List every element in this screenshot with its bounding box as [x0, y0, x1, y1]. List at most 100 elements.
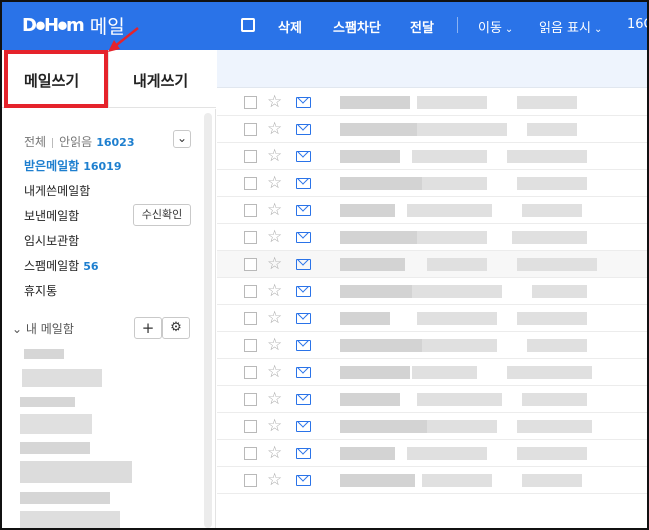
envelope-icon[interactable]	[296, 178, 311, 189]
read-receipt-button[interactable]: 수신확인	[133, 204, 191, 226]
folder-trash[interactable]: 휴지통	[24, 282, 57, 299]
folder-sent[interactable]: 보낸메일함	[24, 207, 79, 224]
subject-redacted	[417, 231, 487, 244]
read-mark-dropdown[interactable]: 읽음 표시 ⌄	[539, 17, 602, 36]
envelope-icon[interactable]	[296, 340, 311, 351]
custom-folder-item[interactable]	[20, 492, 110, 504]
envelope-icon[interactable]	[296, 205, 311, 216]
message-row[interactable]: ☆	[217, 359, 647, 386]
envelope-icon[interactable]	[296, 124, 311, 135]
chevron-down-icon: ⌄	[593, 24, 603, 35]
message-row[interactable]: ☆	[217, 305, 647, 332]
message-row[interactable]: ☆	[217, 467, 647, 494]
star-icon[interactable]: ☆	[267, 227, 282, 247]
custom-folder-item[interactable]	[20, 511, 120, 528]
date-redacted	[512, 231, 587, 244]
message-row[interactable]: ☆	[217, 440, 647, 467]
sender-redacted	[340, 339, 425, 352]
star-icon[interactable]: ☆	[267, 362, 282, 382]
date-redacted	[517, 258, 597, 271]
star-icon[interactable]: ☆	[267, 335, 282, 355]
row-checkbox[interactable]	[244, 231, 257, 244]
envelope-icon[interactable]	[296, 367, 311, 378]
unread-count: 16023	[96, 136, 135, 149]
custom-folder-item[interactable]	[24, 349, 64, 359]
custom-folder-item[interactable]	[22, 369, 102, 387]
envelope-icon[interactable]	[296, 232, 311, 243]
envelope-icon[interactable]	[296, 286, 311, 297]
star-icon[interactable]: ☆	[267, 416, 282, 436]
row-checkbox[interactable]	[244, 204, 257, 217]
custom-folder-item[interactable]	[20, 461, 132, 483]
summary-toggle-button[interactable]: ⌄	[173, 130, 191, 148]
row-checkbox[interactable]	[244, 177, 257, 190]
message-row[interactable]: ☆	[217, 170, 647, 197]
envelope-icon[interactable]	[296, 421, 311, 432]
star-icon[interactable]: ☆	[267, 173, 282, 193]
custom-folder-item[interactable]	[20, 414, 92, 434]
message-row[interactable]: ☆	[217, 332, 647, 359]
envelope-icon[interactable]	[296, 313, 311, 324]
row-checkbox[interactable]	[244, 366, 257, 379]
star-icon[interactable]: ☆	[267, 443, 282, 463]
delete-button[interactable]: 삭제	[278, 17, 302, 36]
spam-block-button[interactable]: 스팸차단	[333, 17, 381, 36]
star-icon[interactable]: ☆	[267, 308, 282, 328]
select-all-checkbox[interactable]	[241, 18, 255, 32]
unread-label[interactable]: 안읽음	[59, 135, 92, 149]
envelope-icon[interactable]	[296, 475, 311, 486]
mailbox-settings-button[interactable]: ⚙	[162, 317, 190, 339]
star-icon[interactable]: ☆	[267, 470, 282, 490]
message-row[interactable]: ☆	[217, 89, 647, 116]
envelope-icon[interactable]	[296, 151, 311, 162]
envelope-icon[interactable]	[296, 394, 311, 405]
envelope-icon[interactable]	[296, 259, 311, 270]
self-compose-button[interactable]: 내게쓰기	[133, 70, 188, 91]
row-checkbox[interactable]	[244, 285, 257, 298]
message-row[interactable]: ☆	[217, 197, 647, 224]
message-row[interactable]: ☆	[217, 116, 647, 143]
all-label[interactable]: 전체	[24, 135, 46, 149]
row-checkbox[interactable]	[244, 123, 257, 136]
row-checkbox[interactable]	[244, 96, 257, 109]
row-checkbox[interactable]	[244, 150, 257, 163]
row-checkbox[interactable]	[244, 312, 257, 325]
forward-button[interactable]: 전달	[410, 17, 434, 36]
star-icon[interactable]: ☆	[267, 389, 282, 409]
message-row[interactable]: ☆	[217, 413, 647, 440]
sidebar-scrollbar[interactable]	[204, 113, 212, 528]
message-row[interactable]: ☆	[217, 278, 647, 305]
custom-folder-item[interactable]	[20, 397, 75, 407]
mail-summary: 전체 안읽음 16023	[24, 133, 135, 150]
row-checkbox[interactable]	[244, 474, 257, 487]
star-icon[interactable]: ☆	[267, 200, 282, 220]
row-checkbox[interactable]	[244, 393, 257, 406]
message-row[interactable]: ☆	[217, 224, 647, 251]
custom-folder-item[interactable]	[20, 442, 90, 454]
message-row[interactable]: ☆	[217, 143, 647, 170]
message-row[interactable]: ☆	[217, 386, 647, 413]
row-checkbox[interactable]	[244, 447, 257, 460]
star-icon[interactable]: ☆	[267, 254, 282, 274]
row-checkbox[interactable]	[244, 339, 257, 352]
star-icon[interactable]: ☆	[267, 119, 282, 139]
folder-spam[interactable]: 스팸메일함 56	[24, 257, 99, 274]
add-mailbox-button[interactable]: +	[134, 317, 162, 339]
row-checkbox[interactable]	[244, 420, 257, 433]
chevron-down-icon: ⌄	[504, 24, 514, 35]
message-list: ☆ ☆ ☆ ☆ ☆ ☆ ☆ ☆ ☆ ☆ ☆ ☆ ☆ ☆ ☆	[217, 88, 647, 528]
folder-inbox[interactable]: 받은메일함 16019	[24, 157, 121, 174]
envelope-icon[interactable]	[296, 97, 311, 108]
folder-to-self[interactable]: 내게쓴메일함	[24, 182, 90, 199]
envelope-icon[interactable]	[296, 448, 311, 459]
move-dropdown[interactable]: 이동 ⌄	[478, 17, 513, 36]
star-icon[interactable]: ☆	[267, 146, 282, 166]
star-icon[interactable]: ☆	[267, 92, 282, 112]
subject-redacted	[412, 285, 502, 298]
row-checkbox[interactable]	[244, 258, 257, 271]
message-row[interactable]: ☆	[217, 251, 647, 278]
star-icon[interactable]: ☆	[267, 281, 282, 301]
date-redacted	[517, 96, 577, 109]
my-mailbox-header[interactable]: ⌄ 내 메일함	[12, 320, 74, 337]
folder-drafts[interactable]: 임시보관함	[24, 232, 79, 249]
